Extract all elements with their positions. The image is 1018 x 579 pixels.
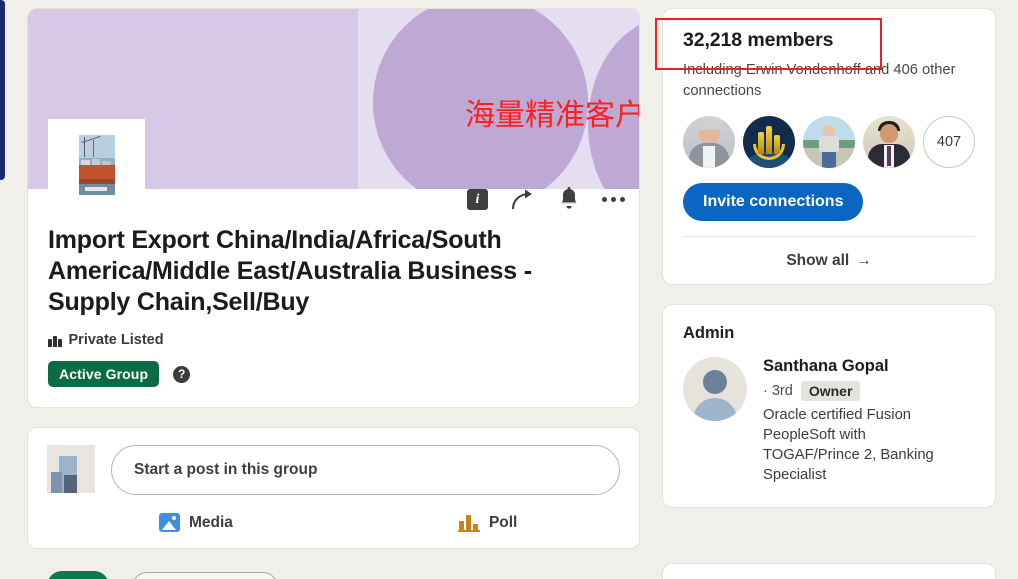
admin-role-badge: Owner	[801, 381, 861, 401]
avatar[interactable]	[47, 445, 95, 493]
group-status-row: Active Group ?	[48, 361, 615, 387]
admin-degree: · 3rd	[763, 383, 793, 399]
side-column: 32,218 members Including Erwin Vondenhof…	[662, 8, 996, 508]
admin-section-title: Admin	[683, 324, 975, 343]
member-count: 32,218 members	[683, 29, 975, 52]
status-badge: Active Group	[48, 361, 159, 387]
admin-entry: Santhana Gopal · 3rd Owner Oracle certif…	[683, 357, 975, 485]
info-icon[interactable]: i	[467, 189, 488, 210]
bottom-secondary-pill[interactable]	[132, 572, 278, 579]
linkedin-group-page: 海量精准客户 i	[0, 0, 1018, 579]
left-page-gutter	[5, 0, 25, 579]
main-column: 海量精准客户 i	[27, 8, 640, 549]
poll-button[interactable]: Poll	[458, 513, 517, 532]
bell-icon[interactable]	[558, 187, 580, 212]
invite-connections-button[interactable]: Invite connections	[683, 183, 863, 221]
composer-row: Start a post in this group	[47, 445, 620, 495]
member-avatar-2[interactable]	[743, 116, 795, 168]
side-next-card-partial	[662, 563, 996, 579]
admin-avatar[interactable]	[683, 357, 747, 421]
group-action-icons: i	[467, 187, 625, 212]
admin-details: Santhana Gopal · 3rd Owner Oracle certif…	[763, 357, 958, 485]
banner-watermark-text: 海量精准客户	[465, 101, 639, 131]
start-post-input[interactable]: Start a post in this group	[111, 445, 620, 495]
admin-degree-row: · 3rd Owner	[763, 381, 958, 401]
member-avatar-3[interactable]	[803, 116, 855, 168]
composer-actions: Media Poll	[47, 513, 620, 532]
show-all-link[interactable]: Show all →	[786, 252, 871, 270]
admin-headline: Oracle certified Fusion PeopleSoft with …	[763, 405, 958, 485]
more-options-icon[interactable]	[602, 188, 625, 212]
group-info: Import Export China/India/Africa/South A…	[28, 189, 639, 407]
share-icon[interactable]	[510, 188, 536, 212]
member-avatar-1[interactable]	[683, 116, 735, 168]
group-privacy-label: Private Listed	[69, 332, 164, 348]
poll-label: Poll	[489, 514, 517, 532]
group-logo-ship-photo	[79, 135, 115, 195]
media-button[interactable]: Media	[159, 513, 233, 532]
group-hero-card: 海量精准客户 i	[27, 8, 640, 408]
member-avatar-list: 407	[683, 116, 975, 168]
show-all-label: Show all	[786, 252, 849, 270]
media-label: Media	[189, 514, 233, 532]
post-composer-card: Start a post in this group Media Poll	[27, 427, 640, 549]
show-all-members-row[interactable]: Show all →	[683, 236, 975, 284]
group-privacy-row: Private Listed	[48, 332, 615, 348]
members-card: 32,218 members Including Erwin Vondenhof…	[662, 8, 996, 285]
bottom-primary-pill[interactable]	[47, 571, 109, 579]
arrow-right-icon: →	[856, 252, 872, 270]
member-overflow-count[interactable]: 407	[923, 116, 975, 168]
admin-name[interactable]: Santhana Gopal	[763, 357, 958, 376]
bottom-partial-controls	[27, 568, 640, 579]
member-connections-subtitle: Including Erwin Vondenhoff and 406 other…	[683, 60, 968, 102]
poll-icon	[458, 513, 480, 532]
group-logo[interactable]	[48, 119, 145, 211]
help-icon[interactable]: ?	[173, 366, 190, 383]
people-icon	[48, 333, 62, 347]
member-avatar-4[interactable]	[863, 116, 915, 168]
admin-card: Admin Santhana Gopal · 3rd Owner Oracle …	[662, 304, 996, 508]
media-icon	[159, 513, 180, 532]
page-title: Import Export China/India/Africa/South A…	[48, 225, 593, 318]
